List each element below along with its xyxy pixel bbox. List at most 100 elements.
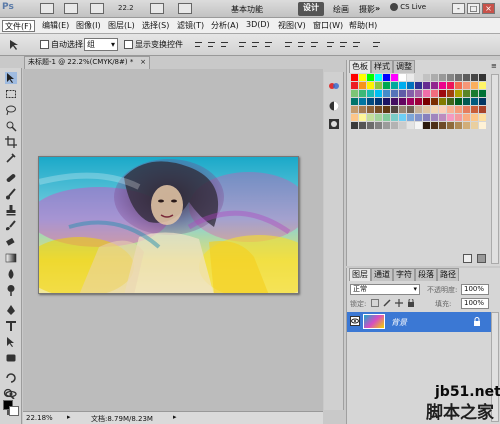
auto-align-icon[interactable] (372, 40, 381, 49)
swatch[interactable] (431, 114, 438, 121)
close-button[interactable]: × (482, 3, 495, 14)
swatch[interactable] (439, 90, 446, 97)
swatch[interactable] (383, 82, 390, 89)
swatch[interactable] (423, 82, 430, 89)
swatch[interactable] (351, 98, 358, 105)
layer-name[interactable]: 背景 (391, 317, 407, 328)
blur-tool-icon[interactable] (5, 268, 17, 280)
bridge-icon[interactable] (40, 3, 54, 14)
type-tool-icon[interactable] (5, 320, 17, 332)
eyedropper-tool-icon[interactable] (5, 152, 17, 164)
menu-edit[interactable]: 编辑(E) (40, 20, 71, 32)
swatch[interactable] (423, 98, 430, 105)
menu-select[interactable]: 选择(S) (140, 20, 171, 32)
menu-help[interactable]: 帮助(H) (347, 20, 379, 32)
swatch[interactable] (439, 122, 446, 129)
swatch[interactable] (351, 90, 358, 97)
swatch[interactable] (455, 122, 462, 129)
minimize-button[interactable]: - (452, 3, 465, 14)
swatch[interactable] (455, 106, 462, 113)
swatch[interactable] (375, 82, 382, 89)
crop-tool-icon[interactable] (5, 136, 17, 148)
swatch[interactable] (431, 122, 438, 129)
swatch[interactable] (423, 122, 430, 129)
swatch[interactable] (407, 82, 414, 89)
swatch[interactable] (423, 74, 430, 81)
swatch[interactable] (423, 106, 430, 113)
blend-mode-select[interactable]: 正常 ▾ (350, 284, 420, 295)
swatch[interactable] (375, 106, 382, 113)
lasso-tool-icon[interactable] (5, 104, 17, 116)
workspace-design[interactable]: 设计 (298, 2, 324, 16)
swatch[interactable] (431, 82, 438, 89)
swatch[interactable] (407, 106, 414, 113)
menu-3d[interactable]: 3D(D) (244, 20, 272, 32)
swatch[interactable] (455, 114, 462, 121)
zoom-tool-icon[interactable] (3, 388, 15, 400)
swatch[interactable] (375, 74, 382, 81)
eraser-tool-icon[interactable] (5, 236, 17, 248)
tab-paragraph[interactable]: 段落 (415, 268, 437, 281)
align-vcenter-icon[interactable] (207, 40, 216, 49)
visibility-eye-icon[interactable] (350, 316, 360, 326)
status-arrow-icon[interactable]: ▸ (67, 413, 71, 421)
swatch[interactable] (439, 98, 446, 105)
swatch[interactable] (447, 114, 454, 121)
workspace-painting[interactable]: 绘画 (330, 3, 352, 15)
show-transform-checkbox[interactable] (124, 40, 133, 49)
swatch[interactable] (399, 106, 406, 113)
swatch[interactable] (431, 74, 438, 81)
swatch[interactable] (471, 122, 478, 129)
swatch[interactable] (383, 98, 390, 105)
swatch[interactable] (391, 74, 398, 81)
align-top-icon[interactable] (194, 40, 203, 49)
swatch[interactable] (439, 106, 446, 113)
cs-live-button[interactable]: CS Live (390, 3, 426, 15)
swatch[interactable] (407, 90, 414, 97)
swatch[interactable] (359, 74, 366, 81)
move-tool-icon[interactable] (5, 72, 17, 84)
swatch[interactable] (351, 74, 358, 81)
swatch[interactable] (463, 90, 470, 97)
swatch[interactable] (391, 114, 398, 121)
brush-tool-icon[interactable] (5, 188, 17, 200)
menu-view[interactable]: 视图(V) (276, 20, 308, 32)
swatch[interactable] (463, 98, 470, 105)
menu-analysis[interactable]: 分析(A) (209, 20, 241, 32)
quick-selection-tool-icon[interactable] (5, 120, 17, 132)
swatch[interactable] (359, 82, 366, 89)
zoom-status[interactable]: 22.18% (26, 414, 53, 422)
distribute-top-icon[interactable] (284, 40, 293, 49)
clone-stamp-tool-icon[interactable] (5, 204, 17, 216)
swatch[interactable] (399, 114, 406, 121)
auto-select-checkbox[interactable] (40, 40, 49, 49)
swatch[interactable] (359, 114, 366, 121)
swatch[interactable] (367, 98, 374, 105)
swatch[interactable] (463, 82, 470, 89)
swatch[interactable] (431, 98, 438, 105)
swatch[interactable] (383, 122, 390, 129)
lock-transparent-icon[interactable] (371, 299, 379, 307)
color-panel-icon[interactable] (328, 80, 340, 92)
swatch[interactable] (351, 122, 358, 129)
swatch[interactable] (471, 74, 478, 81)
swatch[interactable] (407, 74, 414, 81)
delete-swatch-icon[interactable] (477, 254, 486, 263)
swatch[interactable] (351, 106, 358, 113)
swatch[interactable] (399, 74, 406, 81)
path-selection-tool-icon[interactable] (5, 336, 17, 348)
swatch[interactable] (447, 106, 454, 113)
swatch[interactable] (439, 114, 446, 121)
workspace-basic[interactable]: 基本功能 (228, 3, 266, 15)
swatch[interactable] (375, 90, 382, 97)
swatch[interactable] (431, 106, 438, 113)
close-icon[interactable]: × (140, 57, 146, 68)
lock-position-icon[interactable] (395, 299, 403, 307)
swatch[interactable] (455, 82, 462, 89)
swatch[interactable] (479, 74, 486, 81)
distribute-left-icon[interactable] (326, 40, 335, 49)
tab-adjustments[interactable]: 调整 (393, 60, 415, 73)
distribute-right-icon[interactable] (352, 40, 361, 49)
distribute-vcenter-icon[interactable] (297, 40, 306, 49)
swatch[interactable] (383, 74, 390, 81)
